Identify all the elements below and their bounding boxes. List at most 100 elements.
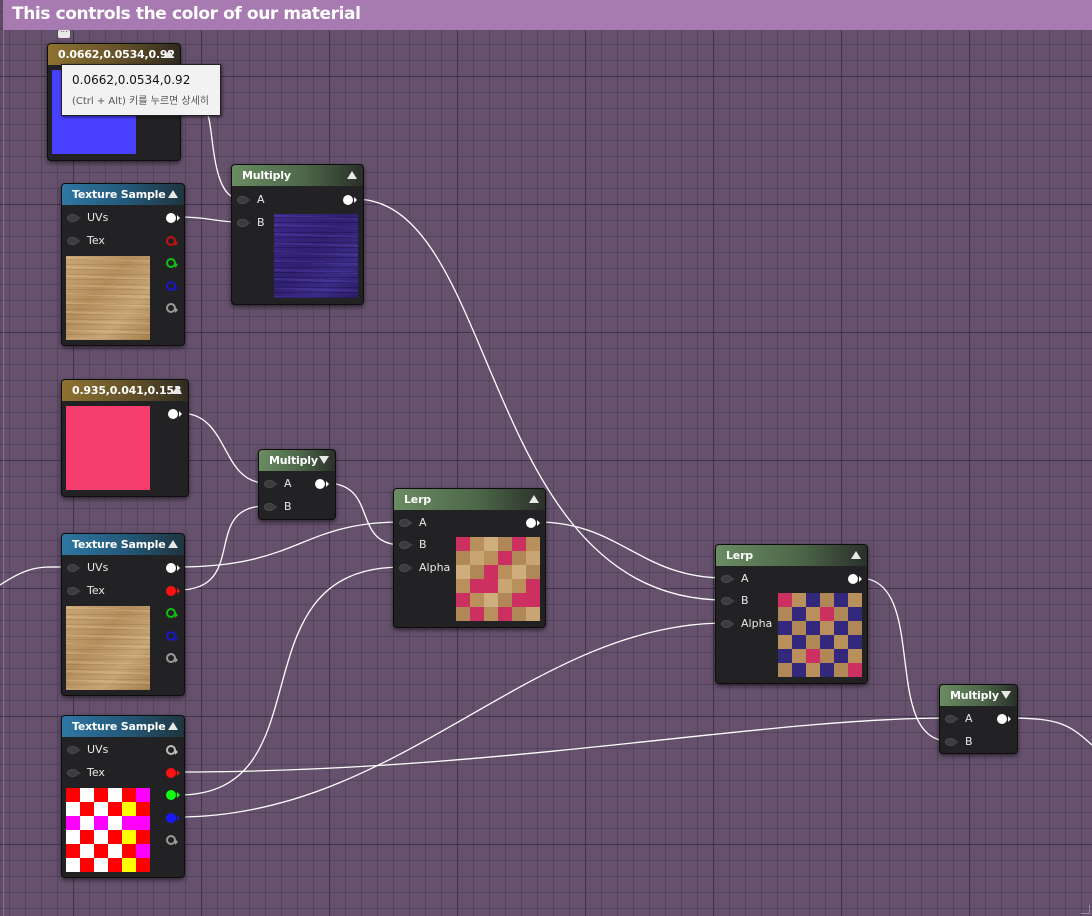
output-rgb-pin-icon[interactable]	[166, 213, 180, 223]
input-pin-icon[interactable]	[399, 519, 413, 527]
input-pin-icon[interactable]	[399, 541, 413, 549]
multiply-node-3[interactable]: Multiply A B	[939, 684, 1018, 754]
input-pin-icon[interactable]	[721, 620, 735, 628]
lerp-node-2[interactable]: Lerp A B Alpha	[715, 544, 868, 684]
output-pin-icon[interactable]	[526, 518, 540, 528]
output-pin-icon[interactable]	[997, 714, 1011, 724]
node-header[interactable]: Texture Sample	[62, 716, 184, 737]
collapse-arrow-icon[interactable]	[168, 190, 178, 198]
wire-tex3-red-to-multiply3-a	[177, 717, 950, 773]
pin-a[interactable]: A	[716, 572, 867, 588]
node-header[interactable]: 0.0662,0.0534,0.92	[48, 44, 180, 65]
preview-cell	[806, 593, 820, 607]
preview-cell	[806, 649, 820, 663]
pin-label: Tex	[87, 766, 105, 779]
preview-cell	[122, 788, 136, 802]
preview-cell	[484, 607, 498, 621]
texture-sample-node-3[interactable]: Texture Sample UVs Tex	[61, 715, 185, 878]
input-pin-icon[interactable]	[67, 769, 81, 777]
node-header[interactable]: 0.935,0.041,0.153	[62, 380, 188, 401]
collapse-arrow-icon[interactable]	[319, 456, 329, 464]
input-pin-icon[interactable]	[264, 503, 278, 511]
input-pin-icon[interactable]	[67, 564, 81, 572]
collapse-arrow-icon[interactable]	[347, 171, 357, 179]
output-g-pin-icon[interactable]	[166, 258, 178, 268]
output-pin-icon[interactable]	[848, 574, 862, 584]
input-pin-icon[interactable]	[67, 587, 81, 595]
collapse-arrow-icon[interactable]	[529, 495, 539, 503]
comment-bubble-icon[interactable]	[58, 25, 70, 38]
texture-sample-node-2[interactable]: Texture Sample UVs Tex	[61, 533, 185, 696]
output-r-pin-icon[interactable]	[166, 768, 180, 778]
pin-a[interactable]: A	[394, 516, 545, 532]
preview-cell	[498, 537, 512, 551]
preview-cell	[512, 593, 526, 607]
output-a-pin-icon[interactable]	[166, 653, 178, 663]
preview-cell	[108, 830, 122, 844]
input-pin-icon[interactable]	[721, 597, 735, 605]
input-pin-icon[interactable]	[945, 715, 959, 723]
wire-const-pink-to-multiply2-a	[179, 412, 267, 484]
node-header[interactable]: Lerp	[716, 545, 867, 566]
node-header[interactable]: Multiply	[232, 165, 363, 186]
input-pin-icon[interactable]	[67, 237, 81, 245]
multiply-node-2[interactable]: Multiply A B	[258, 449, 336, 520]
node-header[interactable]: Texture Sample	[62, 184, 184, 205]
output-pin-icon[interactable]	[168, 409, 182, 419]
input-pin-icon[interactable]	[237, 196, 251, 204]
input-pin-icon[interactable]	[237, 219, 251, 227]
output-g-pin-icon[interactable]	[166, 790, 180, 800]
input-pin-icon[interactable]	[721, 575, 735, 583]
output-b-pin-icon[interactable]	[166, 631, 178, 641]
input-pin-icon[interactable]	[945, 738, 959, 746]
pin-b[interactable]: B	[940, 735, 1017, 751]
value-tooltip: 0.0662,0.0534,0.92 (Ctrl + Alt) 키를 누르면 상…	[61, 64, 221, 116]
preview-cell	[136, 788, 150, 802]
input-pin-icon[interactable]	[67, 214, 81, 222]
texture-preview	[778, 593, 862, 677]
preview-cell	[834, 593, 848, 607]
node-header[interactable]: Texture Sample	[62, 534, 184, 555]
wire-tex3-blue-to-lerp2-alpha	[177, 622, 726, 818]
texture-preview	[66, 788, 150, 872]
color-preview	[66, 406, 150, 490]
preview-cell	[806, 607, 820, 621]
collapse-arrow-icon[interactable]	[164, 50, 174, 58]
output-r-pin-icon[interactable]	[166, 236, 178, 246]
texture-preview	[66, 256, 150, 340]
output-rgb-pin-icon[interactable]	[166, 745, 178, 755]
collapse-arrow-icon[interactable]	[172, 386, 182, 394]
output-pin-icon[interactable]	[343, 195, 357, 205]
preview-cell	[108, 788, 122, 802]
node-title: 0.935,0.041,0.153	[72, 384, 182, 397]
pin-b[interactable]: B	[259, 500, 335, 516]
output-b-pin-icon[interactable]	[166, 281, 178, 291]
preview-cell	[834, 663, 848, 677]
preview-cell	[834, 649, 848, 663]
pin-label: A	[257, 193, 265, 206]
output-g-pin-icon[interactable]	[166, 608, 178, 618]
output-rgb-pin-icon[interactable]	[166, 563, 180, 573]
output-r-pin-icon[interactable]	[166, 586, 180, 596]
output-b-pin-icon[interactable]	[166, 813, 180, 823]
output-a-pin-icon[interactable]	[166, 835, 178, 845]
output-pin-icon[interactable]	[315, 479, 329, 489]
wire-left-to-tex2-uvs	[0, 566, 71, 586]
multiply-node-1[interactable]: Multiply A B	[231, 164, 364, 305]
collapse-arrow-icon[interactable]	[851, 551, 861, 559]
collapse-arrow-icon[interactable]	[168, 540, 178, 548]
texture-sample-node-1[interactable]: Texture Sample UVs Tex	[61, 183, 185, 346]
lerp-node-1[interactable]: Lerp A B Alpha	[393, 488, 546, 628]
input-pin-icon[interactable]	[399, 564, 413, 572]
output-a-pin-icon[interactable]	[166, 303, 178, 313]
collapse-arrow-icon[interactable]	[168, 722, 178, 730]
preview-cell	[806, 635, 820, 649]
node-header[interactable]: Lerp	[394, 489, 545, 510]
preview-cell	[512, 537, 526, 551]
node-header[interactable]: Multiply	[940, 685, 1017, 706]
input-pin-icon[interactable]	[264, 480, 278, 488]
input-pin-icon[interactable]	[67, 746, 81, 754]
constant3vector-pink-node[interactable]: 0.935,0.041,0.153	[61, 379, 189, 497]
node-header[interactable]: Multiply	[259, 450, 335, 471]
collapse-arrow-icon[interactable]	[1001, 691, 1011, 699]
